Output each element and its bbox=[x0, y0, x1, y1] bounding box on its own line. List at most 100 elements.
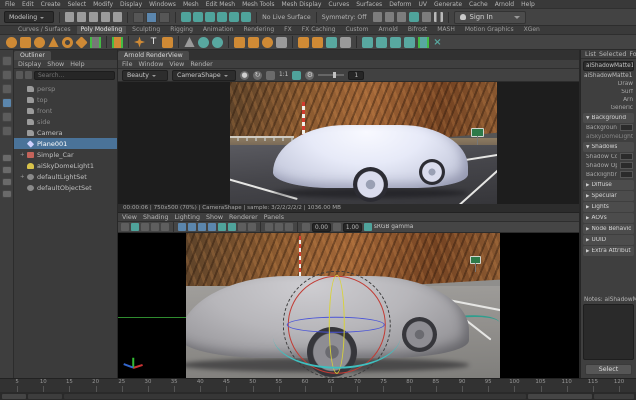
refresh-render-icon[interactable]: ↻ bbox=[253, 71, 262, 80]
snap-icon[interactable] bbox=[241, 12, 251, 22]
outliner-item[interactable]: Plane001 bbox=[14, 138, 117, 149]
tool-icon[interactable] bbox=[2, 70, 12, 80]
attribute-row[interactable]: ▼ Background bbox=[583, 113, 634, 123]
attribute-editor-menu-item[interactable]: Selected bbox=[599, 51, 626, 58]
attribute-editor-menu-item[interactable]: Focus bbox=[629, 51, 636, 58]
render-icon[interactable] bbox=[422, 12, 431, 22]
attribute-row[interactable]: Background bbox=[581, 123, 636, 132]
viewport-canvas[interactable] bbox=[118, 233, 579, 378]
snap-icon[interactable] bbox=[205, 12, 215, 22]
viewport-menu-item[interactable]: Lighting bbox=[175, 214, 200, 221]
shelf-tab[interactable]: Poly Modeling bbox=[77, 26, 127, 34]
shelf-tab[interactable]: FX bbox=[280, 26, 296, 34]
shelf-tool-icon[interactable] bbox=[404, 37, 415, 48]
sign-in-button[interactable]: Sign In bbox=[454, 11, 527, 24]
attribute-row[interactable]: ▶ Node Behavior bbox=[583, 224, 634, 234]
viewport-menu-item[interactable]: Renderer bbox=[229, 214, 258, 221]
settings-gear-icon[interactable]: ⚙ bbox=[305, 71, 314, 80]
menu-item[interactable]: Arnold bbox=[495, 1, 514, 8]
shelf-tab[interactable]: MASH bbox=[433, 26, 459, 34]
outliner-item[interactable]: top bbox=[14, 94, 117, 105]
attribute-row[interactable]: ▶ Specular bbox=[583, 191, 634, 201]
snap-icon[interactable] bbox=[181, 12, 191, 22]
menu-item[interactable]: Help bbox=[521, 1, 535, 8]
multisample-icon[interactable] bbox=[248, 223, 256, 231]
xray-icon[interactable] bbox=[275, 223, 283, 231]
render-icon[interactable] bbox=[409, 12, 419, 22]
shelf-tool-icon[interactable]: T bbox=[148, 37, 159, 48]
shelf-tool-icon[interactable] bbox=[6, 37, 17, 48]
render-icon[interactable] bbox=[373, 12, 382, 22]
selection-mask-icon[interactable] bbox=[133, 12, 144, 23]
tool-icon[interactable] bbox=[2, 98, 12, 108]
shelf-tool-icon[interactable] bbox=[362, 37, 373, 48]
shelf-tool-icon[interactable] bbox=[390, 37, 401, 48]
attribute-row[interactable]: aiSkyDomeLight1 bbox=[581, 132, 636, 141]
attribute-row[interactable]: ▶ AOVs bbox=[583, 213, 634, 223]
file-icon[interactable] bbox=[113, 12, 122, 22]
shelf-tool-icon[interactable] bbox=[212, 37, 223, 48]
gamma-icon[interactable] bbox=[333, 223, 341, 231]
menu-item[interactable]: Modify bbox=[93, 1, 113, 8]
attribute-row[interactable]: ▶ Lights bbox=[583, 202, 634, 212]
range-bar[interactable] bbox=[64, 394, 526, 399]
shelf-tool-icon[interactable] bbox=[326, 37, 337, 48]
shelf-tool-icon[interactable] bbox=[178, 36, 179, 48]
menu-item[interactable]: Curves bbox=[328, 1, 349, 8]
menu-item[interactable]: Select bbox=[68, 1, 87, 8]
shelf-tab[interactable]: Sculpting bbox=[128, 26, 164, 34]
shelf-tab[interactable]: Curves / Surfaces bbox=[14, 26, 75, 34]
joints-xray-icon[interactable] bbox=[285, 223, 293, 231]
shelf-tool-icon[interactable] bbox=[234, 37, 245, 48]
renderview-menu-item[interactable]: View bbox=[169, 61, 184, 68]
menu-item[interactable]: Display bbox=[120, 1, 142, 8]
attribute-row[interactable]: ▶ UUID bbox=[583, 235, 634, 245]
no-live-surface-label[interactable]: No Live Surface bbox=[262, 14, 311, 21]
view-transform-icon[interactable] bbox=[364, 223, 372, 231]
attribute-row[interactable]: Generic bbox=[581, 104, 636, 112]
shelf-tool-icon[interactable] bbox=[48, 37, 59, 48]
renderview-tab[interactable]: Arnold RenderView bbox=[118, 51, 189, 60]
tool-icon[interactable] bbox=[2, 126, 12, 136]
time-slider[interactable]: 5101520253035404550556065707580859095100… bbox=[0, 378, 636, 392]
expand-icon[interactable]: + bbox=[20, 152, 27, 158]
shelf-tool-icon[interactable] bbox=[134, 37, 145, 48]
shelf-tool-icon[interactable] bbox=[128, 36, 129, 48]
renderview-menu-item[interactable]: Render bbox=[190, 61, 212, 68]
exposure-value[interactable]: 0.00 bbox=[312, 223, 331, 232]
shelf-tool-icon[interactable] bbox=[376, 37, 387, 48]
layout-button[interactable] bbox=[2, 190, 12, 198]
render-image-area[interactable] bbox=[118, 82, 579, 204]
select-button[interactable]: Select bbox=[585, 364, 632, 375]
shelf-tab[interactable]: Motion Graphics bbox=[461, 26, 518, 34]
snapshot-icon[interactable] bbox=[266, 71, 275, 80]
attribute-row[interactable]: Arn bbox=[581, 96, 636, 104]
attribute-row[interactable]: Backlighting bbox=[581, 170, 636, 179]
file-icon[interactable] bbox=[89, 12, 98, 22]
slider-value[interactable]: 1 bbox=[348, 71, 364, 80]
shelf-tool-icon[interactable] bbox=[62, 37, 73, 48]
shelf-tab[interactable]: Rigging bbox=[166, 26, 197, 34]
viewport-menu-item[interactable]: Show bbox=[206, 214, 223, 221]
file-icon[interactable] bbox=[77, 12, 86, 22]
shelf-tool-icon[interactable] bbox=[112, 37, 123, 48]
range-start-field[interactable] bbox=[2, 394, 26, 399]
shelf-tool-icon[interactable] bbox=[262, 37, 273, 48]
notes-field[interactable] bbox=[583, 304, 634, 360]
manip-y-ring[interactable] bbox=[272, 303, 401, 369]
shelf-tool-icon[interactable] bbox=[312, 37, 323, 48]
range-min-field[interactable] bbox=[28, 394, 62, 399]
outliner-item[interactable]: defaultObjectSet bbox=[14, 182, 117, 193]
menu-item[interactable]: Generate bbox=[434, 1, 462, 8]
outliner-menu-item[interactable]: Show bbox=[47, 61, 64, 68]
attribute-row[interactable]: Shadow Color bbox=[581, 152, 636, 161]
shelf-tool-icon[interactable] bbox=[162, 37, 173, 48]
snap-icon[interactable] bbox=[193, 12, 203, 22]
camera-attributes-icon[interactable] bbox=[141, 223, 149, 231]
layout-button[interactable] bbox=[2, 154, 12, 162]
shelf-tool-icon[interactable] bbox=[106, 36, 107, 48]
shelf-tool-icon[interactable] bbox=[228, 36, 229, 48]
symmetry-label[interactable]: Symmetry: Off bbox=[322, 14, 367, 21]
shelf-tool-icon[interactable] bbox=[184, 37, 195, 48]
outliner-item[interactable]: + defaultLightSet bbox=[14, 171, 117, 182]
